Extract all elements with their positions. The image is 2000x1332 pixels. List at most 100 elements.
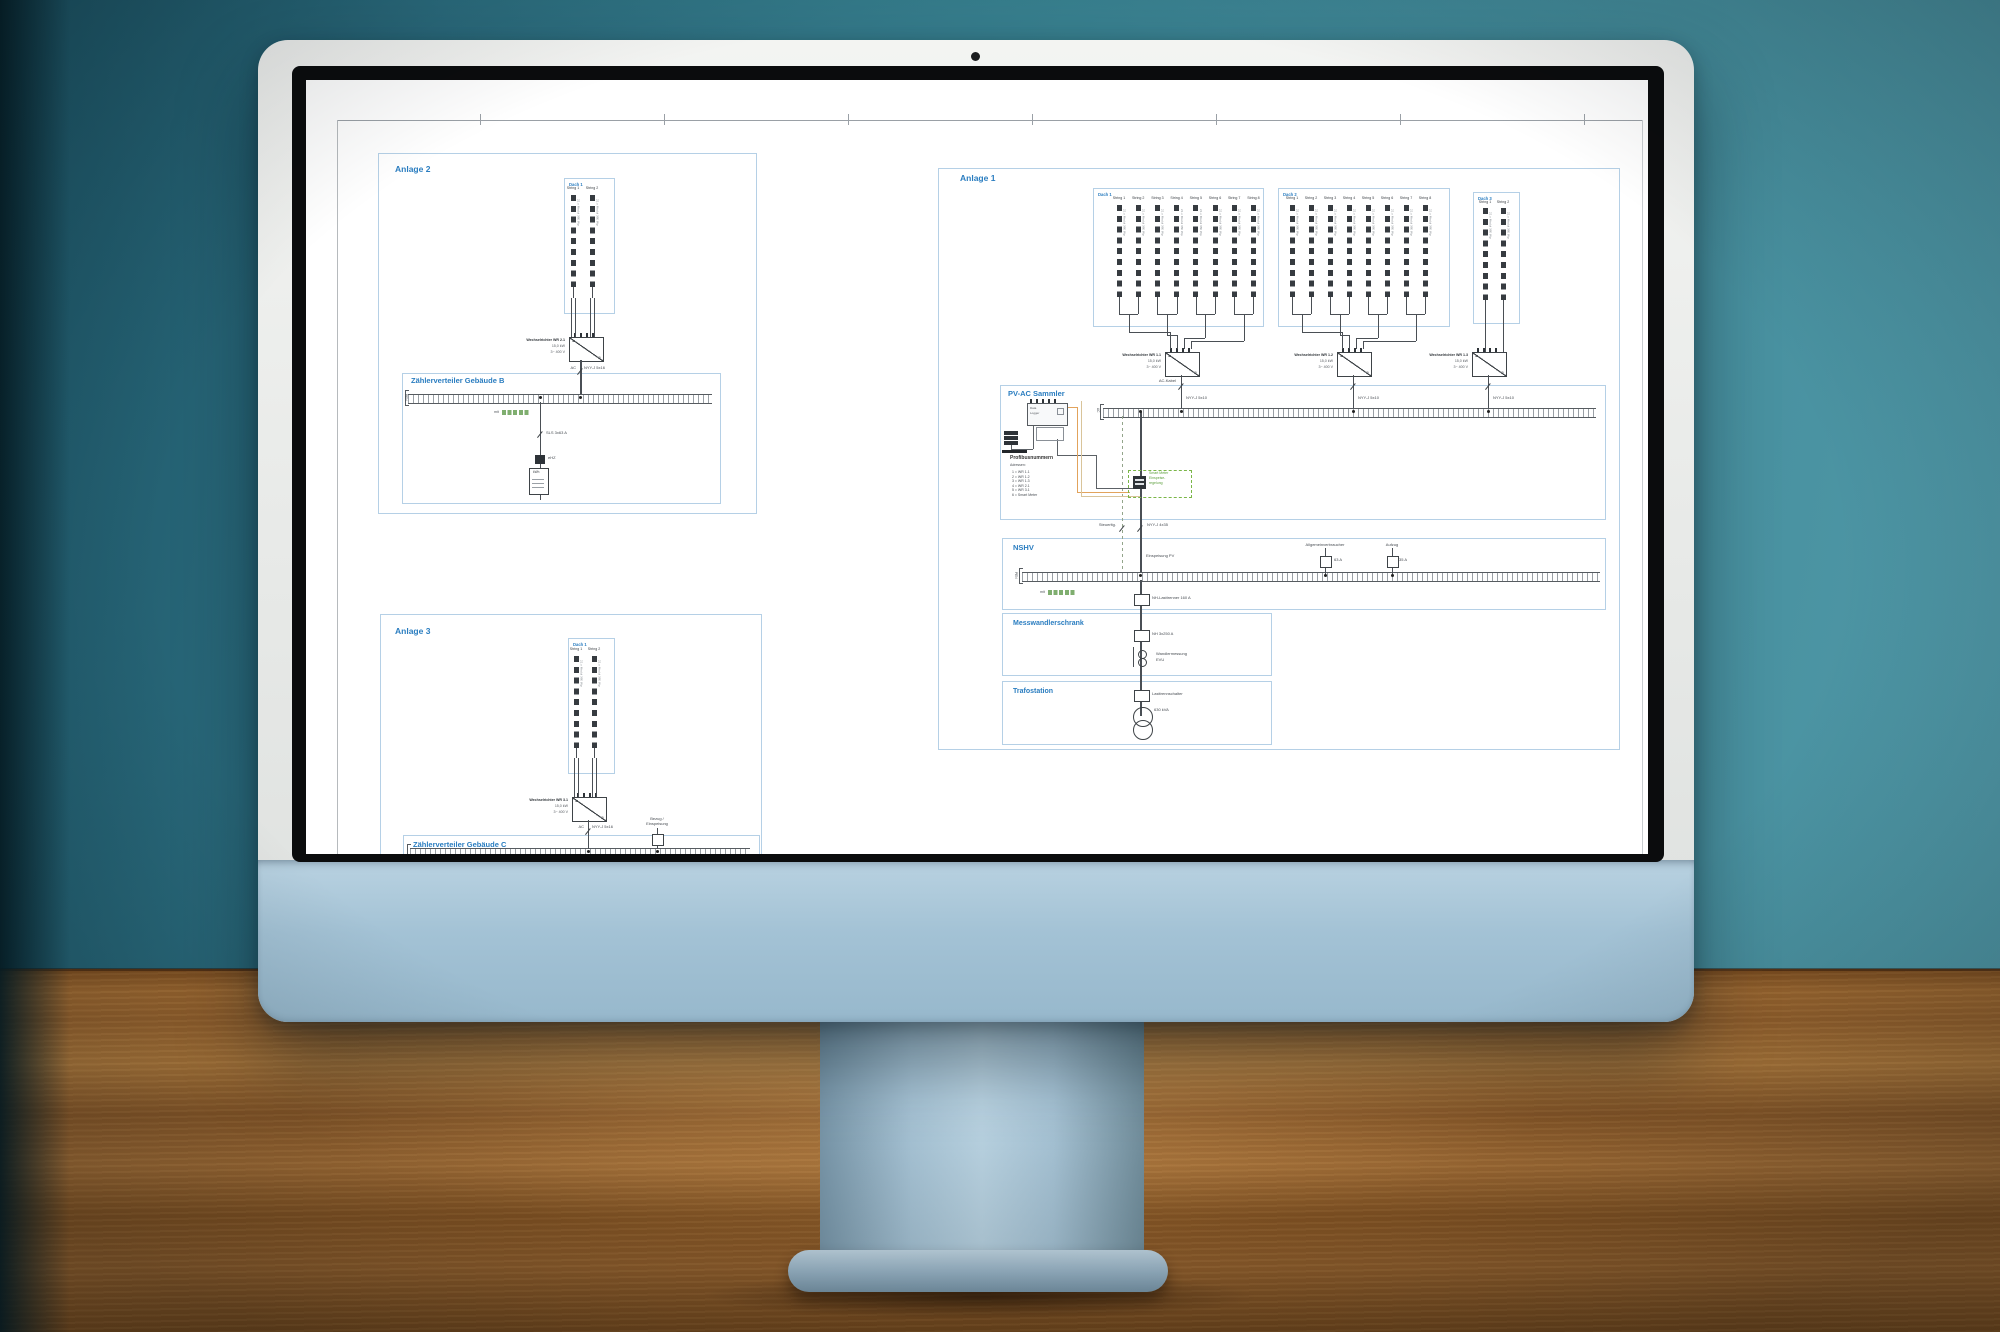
pv-string-chain[interactable] [1385,205,1390,297]
inverter-label: 3~ 400 V [1454,366,1469,370]
inverter-symbol-wr-4[interactable]: =~ [569,337,604,362]
pv-string-chain[interactable] [1251,205,1256,297]
pv-string-chain[interactable] [1309,205,1314,297]
inverter-label: 15,0 kW [1455,360,1468,364]
fuse-symbol[interactable] [1134,690,1150,702]
panel-pv-ac-sammler[interactable] [1000,385,1606,520]
pv-string-chain[interactable] [571,195,576,287]
pv-string-chain[interactable] [590,195,595,287]
pv-string-chain[interactable] [1155,205,1160,297]
wire-line [1387,297,1388,314]
string-module-note: 21 x Modul 380 Wp [1390,209,1393,236]
wire-line [1363,341,1416,342]
panel-title-anlage-2: Anlage 2 [395,165,430,174]
string-module-note: 21 x Modul 380 Wp [1371,209,1374,236]
logger-port [1057,408,1064,415]
transformer-circle[interactable] [1138,658,1147,667]
panel-title-zaehlerverteiler-gebaeude-b: Zählerverteiler Gebäude B [411,377,504,385]
roof-box-dach-3-anlage-1[interactable] [1473,192,1520,324]
annotation-label: Steuerltg. [1099,523,1116,527]
wire-line [1425,297,1426,314]
pv-string-chain[interactable] [1483,208,1488,300]
fuse-symbol[interactable] [1387,556,1399,568]
fuse-symbol[interactable] [652,834,664,846]
fuse-symbol[interactable] [1134,630,1150,642]
inverter-symbol-wr-1[interactable]: =~ [1165,352,1200,377]
wire-line [1205,314,1206,338]
annotation-label: NYY-J 5x16 [592,825,613,829]
antenna-module [1004,436,1018,440]
fuse-symbol[interactable] [1134,594,1150,606]
wire-line [532,479,544,480]
inverter-symbol-wr-5[interactable]: =~ [572,797,607,822]
string-module-note: 21 x Modul 380 Wp [1237,209,1240,236]
pv-string-chain[interactable] [1213,205,1218,297]
pv-string-chain[interactable] [1232,205,1237,297]
string-module-note: 21 x Modul 380 Wp [1488,212,1491,239]
app-screen[interactable]: Anlage 1Anlage 2Anlage 3PV-AC SammlerNSH… [306,80,1648,854]
pv-string-chain[interactable] [1501,208,1506,300]
busbar-zv-c[interactable] [410,848,750,854]
transformer-circle[interactable] [1133,720,1153,740]
annotation-label: mit [494,411,499,415]
annotation-label: AC [570,366,576,370]
string-module-note: 21 x Modul 380 Wp [1352,209,1355,236]
pv-string-chain[interactable] [592,656,597,748]
wire-line [1488,375,1489,408]
pv-string-chain[interactable] [1423,205,1428,297]
annotation-label: Aufzug [1386,543,1398,547]
panel-zaehlerverteiler-gebaeude-b[interactable] [402,373,721,504]
busbar-nshv[interactable] [1022,572,1600,582]
pv-string-chain[interactable] [574,656,579,748]
annotation-label: 63 A [1334,558,1342,562]
pv-string-chain[interactable] [1136,205,1141,297]
pv-string-chain[interactable] [1117,205,1122,297]
meter-kwh-label: kWh [533,471,539,474]
string-label: String 7 [1400,197,1412,201]
wire-line [1253,297,1254,314]
annotation-label: AC-Kabel [1159,379,1176,383]
inverter-symbol-wr-2[interactable]: =~ [1337,352,1372,377]
annotation-label: Profibusnummern [1010,456,1053,461]
wire-line [1184,338,1185,349]
pv-string-chain[interactable] [1193,205,1198,297]
busbar-end-cap [1100,404,1104,420]
pv-string-chain[interactable] [1404,205,1409,297]
wire-line [848,114,849,125]
wire-line [1330,297,1331,314]
fuse-symbol[interactable] [1320,556,1332,568]
panel-title-anlage-3: Anlage 3 [395,627,430,636]
wire-line [1406,297,1407,314]
string-module-note: 21 x Modul 380 Wp [595,199,598,226]
busbar-end-cap [407,844,411,854]
pv-string-chain[interactable] [1347,205,1352,297]
inverter-label: 15,0 kW [552,345,565,349]
wire-line [588,820,589,849]
inverter-label: 15,0 kW [1148,360,1161,364]
wire-line [578,758,579,797]
string-label: String 1 [1286,197,1298,201]
inverter-symbol-wr-3[interactable]: =~ [1472,352,1507,377]
pv-string-chain[interactable] [1174,205,1179,297]
wire-line [1349,297,1350,314]
wire-line [1138,297,1139,314]
busbar-zv-b[interactable] [408,394,712,404]
annotation-label: Allgemeinverbraucher [1306,543,1345,547]
wire-line [1302,332,1343,333]
wire-line [337,120,338,854]
pv-string-chain[interactable] [1290,205,1295,297]
wire-line [1170,332,1171,349]
inverter-label: Wechselrichter WR 1.1 [1122,354,1161,358]
pv-string-chain[interactable] [1366,205,1371,297]
wire-line [1356,338,1357,349]
wire-line [594,748,595,758]
pv-string-chain[interactable] [1328,205,1333,297]
string-label: String 6 [1381,197,1393,201]
junction-dot [539,396,542,399]
busbar-pv-ac[interactable] [1103,408,1596,418]
imac-stand-column [820,1000,1144,1260]
diagram-canvas[interactable]: Anlage 1Anlage 2Anlage 3PV-AC SammlerNSH… [306,80,1648,854]
wire-line [1129,314,1130,332]
string-module-note: 21 x Modul 380 Wp [1180,209,1183,236]
smart-meter-block[interactable] [1133,476,1146,489]
